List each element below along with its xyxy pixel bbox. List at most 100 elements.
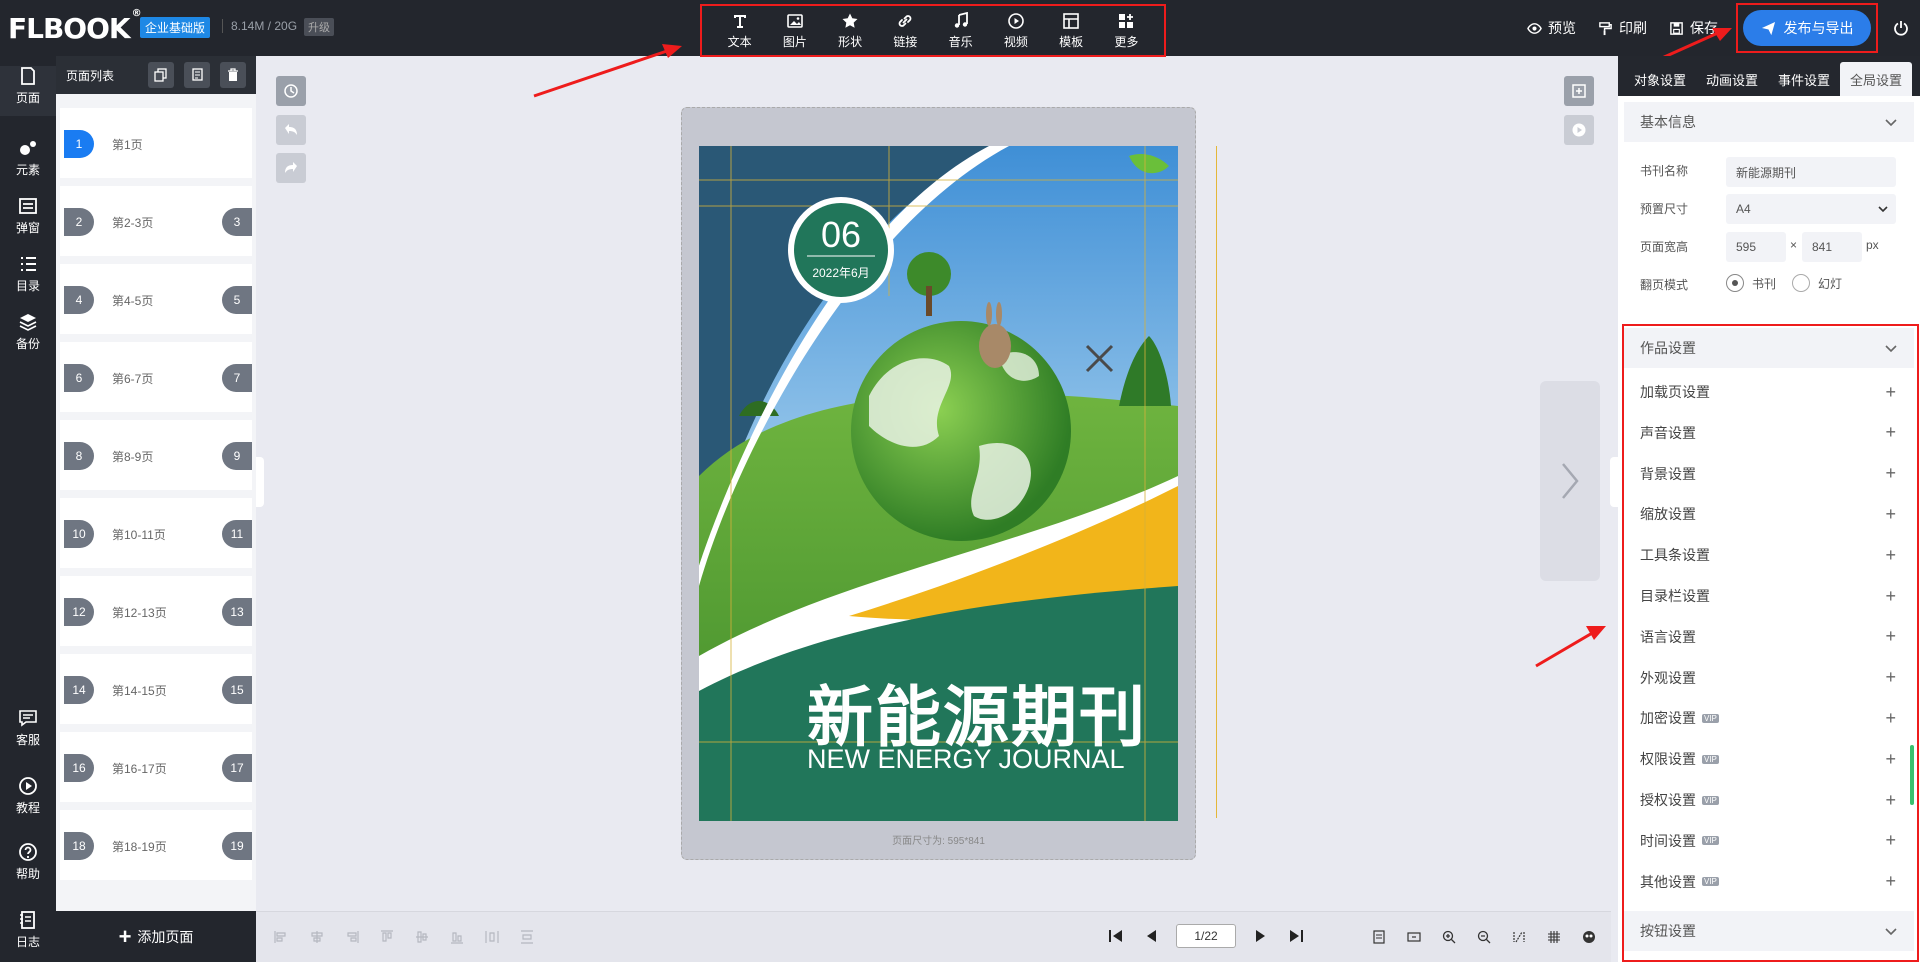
tab-animation-settings[interactable]: 动画设置 bbox=[1696, 62, 1768, 96]
book-name-input[interactable]: 新能源期刊 bbox=[1726, 157, 1896, 187]
works-setting-item[interactable]: 声音设置 + bbox=[1640, 422, 1910, 443]
works-setting-item[interactable]: 缩放设置 + bbox=[1640, 504, 1910, 524]
ruler-icon[interactable] bbox=[1512, 930, 1526, 944]
page-thumb-row[interactable]: 18 第18-19页 19 bbox=[60, 810, 252, 880]
page-number-input[interactable]: 1/22 bbox=[1176, 924, 1236, 948]
works-setting-item[interactable]: 背景设置 + bbox=[1640, 463, 1910, 484]
page-thumb-row[interactable]: 10 第10-11页 11 bbox=[60, 498, 252, 568]
plus-icon[interactable]: + bbox=[1885, 749, 1896, 770]
nav-tutorial[interactable]: 教程 bbox=[0, 776, 56, 816]
works-setting-item[interactable]: 权限设置 VIP + bbox=[1640, 749, 1910, 769]
page-thumb-row[interactable]: 2 第2-3页 3 bbox=[60, 186, 252, 256]
page-thumb-row[interactable]: 4 第4-5页 5 bbox=[60, 264, 252, 334]
tab-global-settings[interactable]: 全局设置 bbox=[1840, 62, 1913, 96]
distribute-v-icon[interactable] bbox=[520, 930, 534, 944]
section-works-settings[interactable]: 作品设置 bbox=[1624, 328, 1914, 368]
works-setting-item[interactable]: 外观设置 + bbox=[1640, 667, 1910, 688]
power-icon[interactable] bbox=[1892, 19, 1910, 37]
plus-icon[interactable]: + bbox=[1885, 545, 1896, 566]
undo-button[interactable] bbox=[276, 115, 306, 145]
align-center-icon[interactable] bbox=[310, 930, 324, 944]
notes-icon[interactable] bbox=[1372, 930, 1386, 944]
section-button-settings[interactable]: 按钮设置 bbox=[1624, 911, 1914, 951]
settings-scrollbar[interactable] bbox=[1910, 745, 1914, 805]
nav-toc[interactable]: 目录 bbox=[0, 254, 56, 294]
fit-screen-icon[interactable] bbox=[1407, 930, 1421, 944]
theme-icon[interactable] bbox=[1582, 930, 1596, 944]
cover-page[interactable]: 06 2022年6月 新能源期刊 NEW ENERGY JOURNAL bbox=[699, 146, 1178, 821]
tool-link[interactable]: 链接 bbox=[881, 12, 929, 50]
flip-mode-book-radio[interactable]: 书刊 bbox=[1726, 274, 1776, 292]
add-layer-button[interactable] bbox=[1564, 76, 1594, 106]
plus-icon[interactable]: + bbox=[1885, 830, 1896, 851]
nav-backup[interactable]: 备份 bbox=[0, 312, 56, 352]
page-width-input[interactable]: 595 bbox=[1726, 232, 1786, 262]
upgrade-button[interactable]: 升级 bbox=[304, 18, 334, 36]
page-thumb-row[interactable]: 1 第1页 bbox=[60, 108, 252, 178]
align-bottom-icon[interactable] bbox=[450, 930, 464, 944]
nav-element[interactable]: 元素 bbox=[0, 138, 56, 178]
tool-image[interactable]: 图片 bbox=[771, 12, 819, 50]
page-thumb-row[interactable]: 14 第14-15页 15 bbox=[60, 654, 252, 724]
tab-event-settings[interactable]: 事件设置 bbox=[1768, 62, 1840, 96]
plus-icon[interactable]: + bbox=[1885, 422, 1896, 443]
nav-page[interactable]: 页面 bbox=[0, 66, 56, 116]
works-setting-item[interactable]: 加载页设置 + bbox=[1640, 382, 1910, 402]
align-left-icon[interactable] bbox=[274, 930, 288, 944]
tool-more[interactable]: 更多 bbox=[1102, 12, 1150, 50]
duplicate-page-button[interactable] bbox=[184, 62, 210, 88]
page-thumb-row[interactable]: 12 第12-13页 13 bbox=[60, 576, 252, 646]
works-setting-item[interactable]: 工具条设置 + bbox=[1640, 545, 1910, 565]
align-right-icon[interactable] bbox=[345, 930, 359, 944]
redo-button[interactable] bbox=[276, 153, 306, 183]
copy-page-button[interactable] bbox=[148, 62, 174, 88]
next-page-icon[interactable] bbox=[1252, 928, 1268, 944]
nav-log[interactable]: 日志 bbox=[0, 910, 56, 950]
align-top-icon[interactable] bbox=[380, 930, 394, 944]
plus-icon[interactable]: + bbox=[1885, 667, 1896, 688]
plus-icon[interactable]: + bbox=[1885, 708, 1896, 729]
page-thumb-row[interactable]: 16 第16-17页 17 bbox=[60, 732, 252, 802]
plus-icon[interactable]: + bbox=[1885, 504, 1896, 525]
plus-icon[interactable]: + bbox=[1885, 463, 1896, 484]
flip-mode-slide-radio[interactable]: 幻灯 bbox=[1792, 274, 1842, 292]
works-setting-item[interactable]: 授权设置 VIP + bbox=[1640, 790, 1910, 810]
tool-shape[interactable]: 形状 bbox=[826, 12, 874, 50]
preview-button[interactable]: 预览 bbox=[1527, 18, 1576, 38]
distribute-h-icon[interactable] bbox=[485, 930, 499, 944]
last-page-icon[interactable] bbox=[1288, 928, 1304, 944]
nav-help[interactable]: 帮助 bbox=[0, 842, 56, 882]
works-setting-item[interactable]: 目录栏设置 + bbox=[1640, 586, 1910, 606]
nav-popup[interactable]: 弹窗 bbox=[0, 196, 56, 236]
play-preview-button[interactable] bbox=[1564, 115, 1594, 145]
plus-icon[interactable]: + bbox=[1885, 871, 1896, 892]
tool-music[interactable]: 音乐 bbox=[937, 11, 985, 50]
page-height-input[interactable]: 841 bbox=[1802, 232, 1862, 262]
add-page-button[interactable]: + 添加页面 bbox=[56, 911, 256, 962]
tab-object-settings[interactable]: 对象设置 bbox=[1624, 62, 1696, 96]
preset-size-select[interactable]: A4 bbox=[1726, 194, 1896, 224]
first-page-icon[interactable] bbox=[1108, 928, 1124, 944]
app-logo[interactable]: FLBOOK ® bbox=[8, 8, 142, 45]
works-setting-item[interactable]: 其他设置 VIP + bbox=[1640, 871, 1910, 892]
plus-icon[interactable]: + bbox=[1885, 382, 1896, 403]
plus-icon[interactable]: + bbox=[1885, 626, 1896, 647]
tool-template[interactable]: 模板 bbox=[1047, 12, 1095, 50]
page-thumb-row[interactable]: 6 第6-7页 7 bbox=[60, 342, 252, 412]
section-basic-info[interactable]: 基本信息 bbox=[1624, 102, 1914, 142]
works-setting-item[interactable]: 语言设置 + bbox=[1640, 626, 1910, 647]
settings-collapse-handle[interactable] bbox=[1610, 457, 1618, 507]
works-setting-item[interactable]: 时间设置 VIP + bbox=[1640, 830, 1910, 851]
print-button[interactable]: 印刷 bbox=[1598, 18, 1647, 38]
plus-icon[interactable]: + bbox=[1885, 790, 1896, 811]
plus-icon[interactable]: + bbox=[1885, 586, 1896, 607]
tool-text[interactable]: 文本 bbox=[716, 12, 764, 50]
next-page-button[interactable] bbox=[1540, 381, 1600, 581]
zoom-out-icon[interactable] bbox=[1477, 930, 1491, 944]
prev-page-icon[interactable] bbox=[1144, 928, 1160, 944]
zoom-in-icon[interactable] bbox=[1442, 930, 1456, 944]
nav-service[interactable]: 客服 bbox=[0, 708, 56, 748]
delete-page-button[interactable] bbox=[220, 62, 246, 88]
align-middle-icon[interactable] bbox=[415, 930, 429, 944]
grid-icon[interactable] bbox=[1547, 930, 1561, 944]
